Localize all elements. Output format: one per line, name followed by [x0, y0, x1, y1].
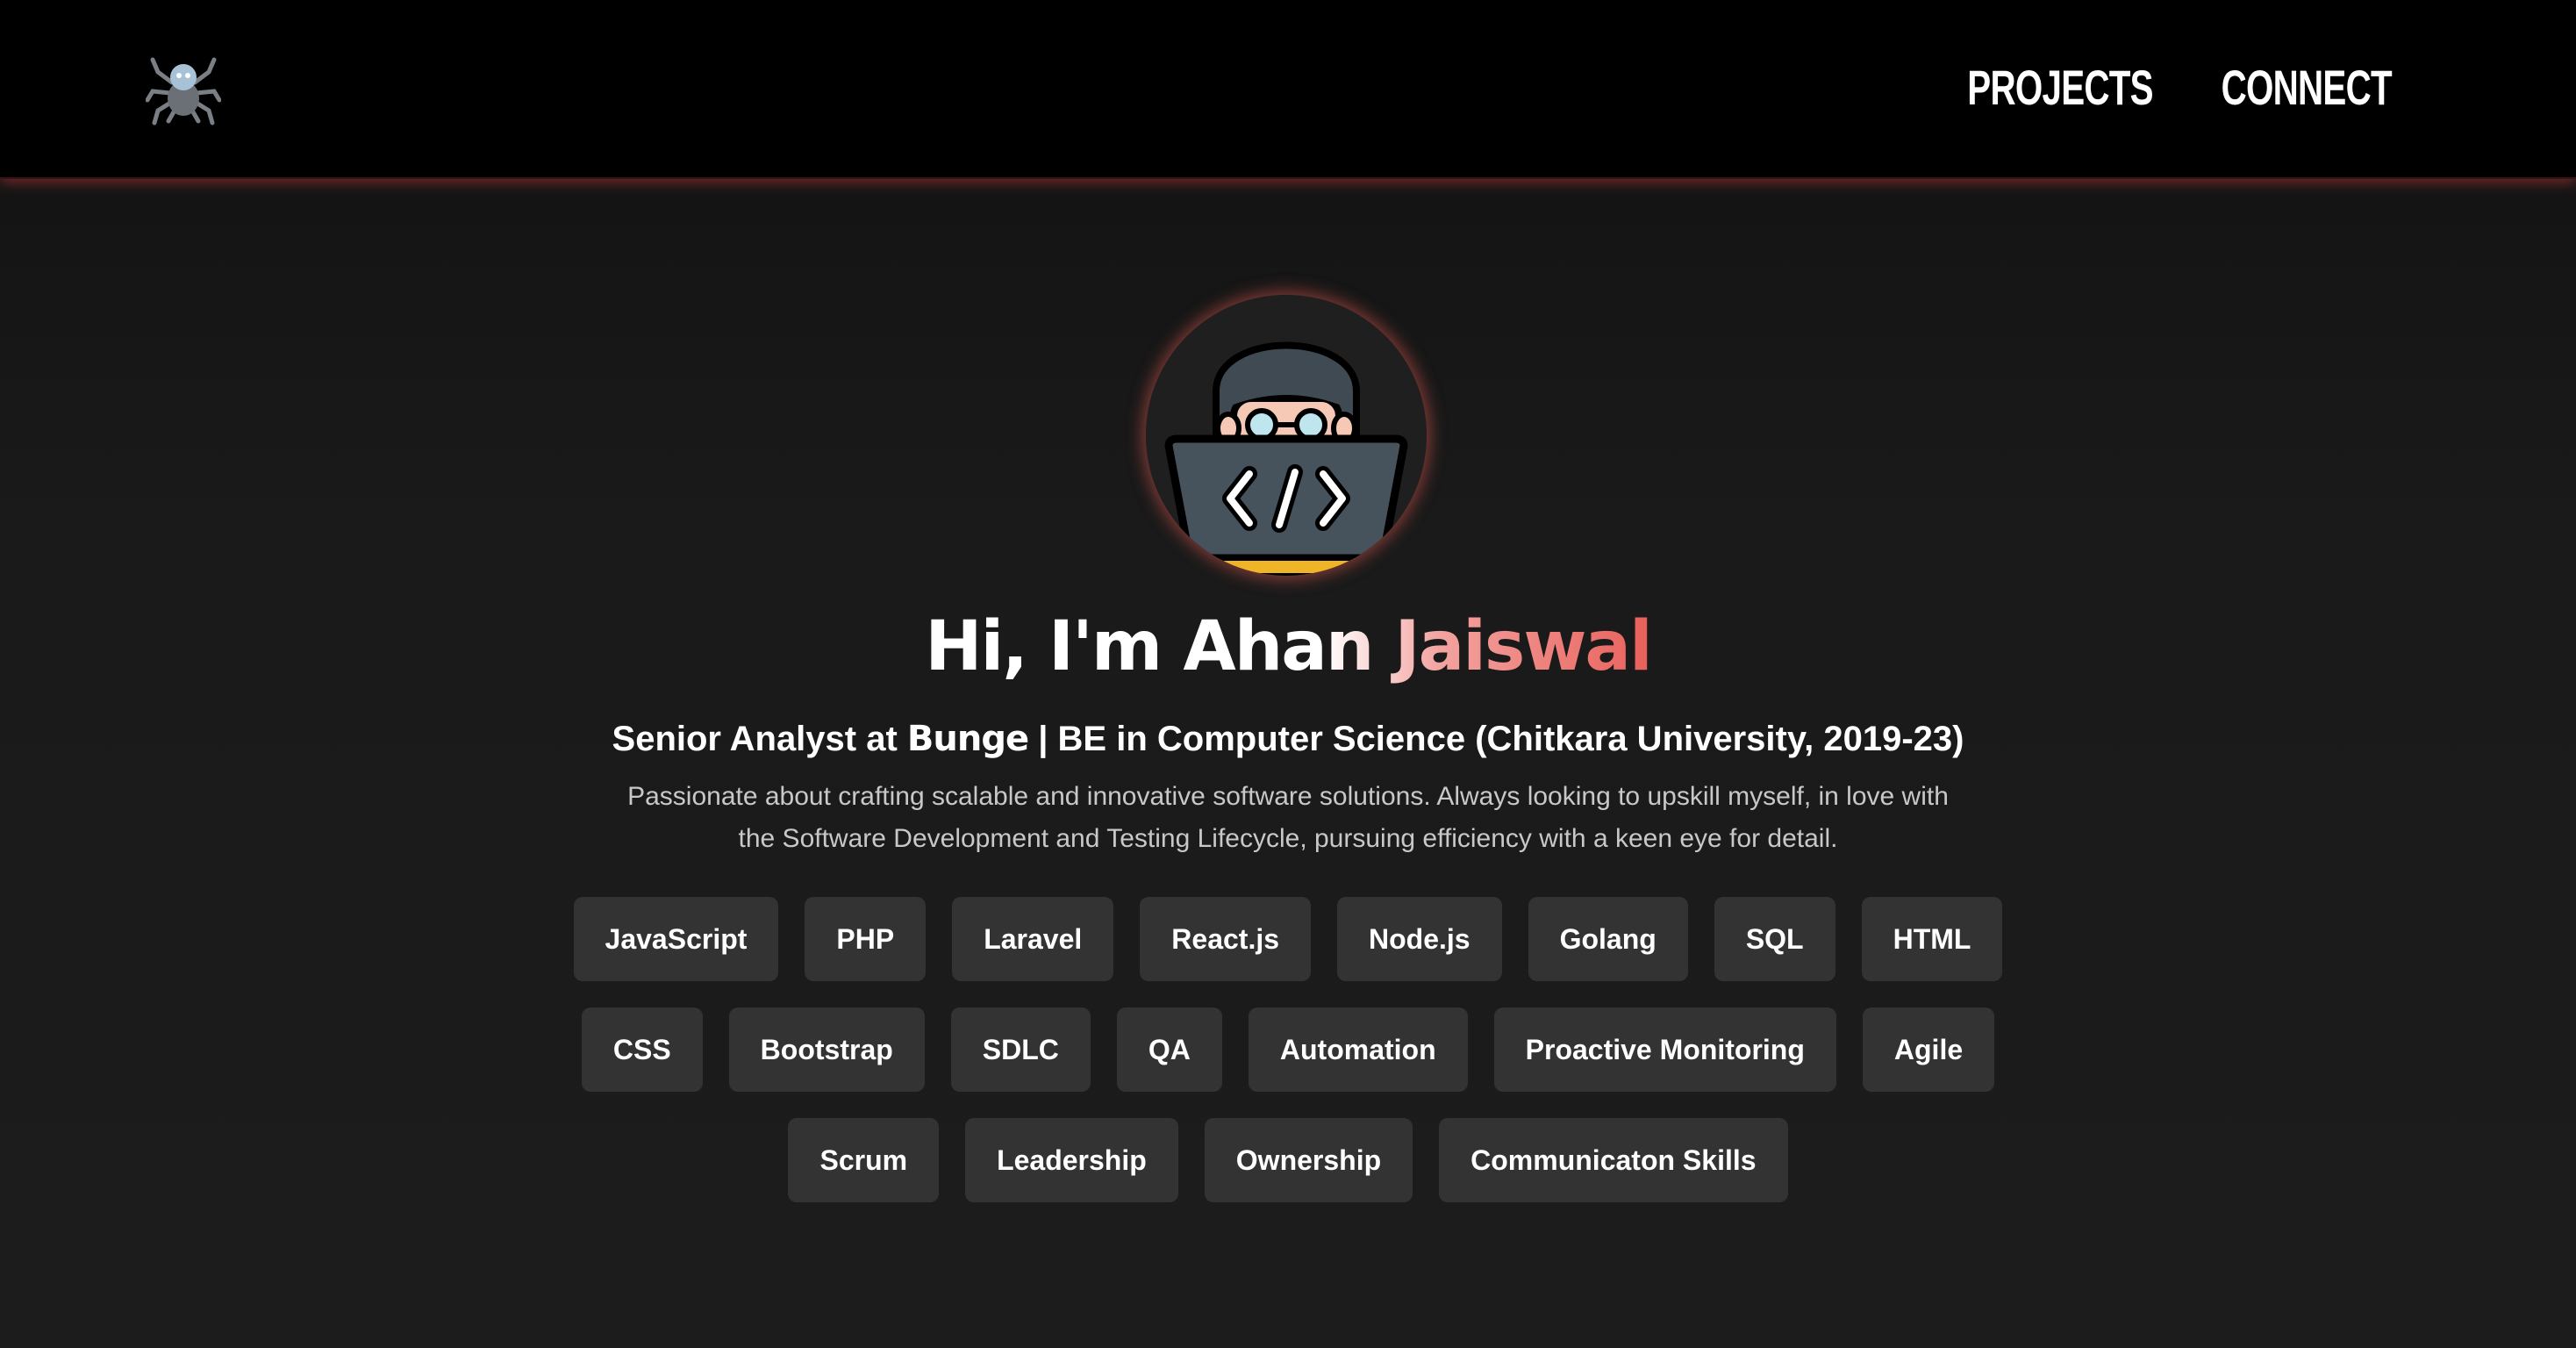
skill-chip-nodejs: Node.js [1337, 897, 1502, 981]
skills-row-2: CSS Bootstrap SDLC QA Automation Proacti… [0, 1007, 2576, 1092]
skill-chip-qa: QA [1116, 1007, 1222, 1092]
avatar [1146, 295, 1427, 576]
skill-chip-agile: Agile [1862, 1007, 1995, 1092]
skills-row-1: JavaScript PHP Laravel React.js Node.js … [0, 897, 2576, 981]
skill-chip-proactive-monitoring: Proactive Monitoring [1493, 1007, 1836, 1092]
spider-icon[interactable] [145, 47, 222, 126]
hero-subtitle: Senior Analyst at Bunge | BE in Computer… [0, 713, 2576, 765]
skill-chip-leadership: Leadership [965, 1118, 1178, 1202]
skill-chip-sql: SQL [1714, 897, 1835, 981]
skill-chip-scrum: Scrum [788, 1118, 940, 1202]
skill-chip-javascript: JavaScript [573, 897, 779, 981]
skill-chip-bootstrap: Bootstrap [728, 1007, 925, 1092]
subtitle-education: | BE in Computer Science (Chitkara Unive… [1028, 720, 1964, 758]
skill-chip-reactjs: React.js [1140, 897, 1312, 981]
skills-row-3: Scrum Leadership Ownership Communicaton … [0, 1118, 2576, 1202]
nav-link-projects[interactable]: PROJECTS [1968, 54, 2154, 121]
nav-links: PROJECTS CONNECT [1895, 54, 2393, 121]
skill-chip-laravel: Laravel [952, 897, 1114, 981]
skill-chip-golang: Golang [1528, 897, 1688, 981]
skill-chip-css: CSS [581, 1007, 703, 1092]
skill-chip-automation: Automation [1248, 1007, 1468, 1092]
skill-chip-html: HTML [1861, 897, 2003, 981]
hero-title-name: Ahan Jaiswal [1183, 607, 1652, 686]
hero-title: Hi, I'm Ahan Jaiswal [0, 599, 2576, 695]
skill-chip-communication-skills: Communicaton Skills [1439, 1118, 1788, 1202]
navbar: PROJECTS CONNECT [0, 0, 2576, 179]
subtitle-company: Bunge [906, 719, 1029, 759]
skill-chip-ownership: Ownership [1204, 1118, 1413, 1202]
nav-link-connect[interactable]: CONNECT [2222, 54, 2393, 121]
hero-title-prefix: Hi, I'm [925, 607, 1184, 686]
hero-description: Passionate about crafting scalable and i… [627, 782, 1949, 853]
skill-chip-sdlc: SDLC [950, 1007, 1091, 1092]
skill-chip-php: PHP [805, 897, 927, 981]
developer-with-laptop-icon [1146, 295, 1427, 576]
subtitle-role: Senior Analyst at [612, 720, 907, 758]
